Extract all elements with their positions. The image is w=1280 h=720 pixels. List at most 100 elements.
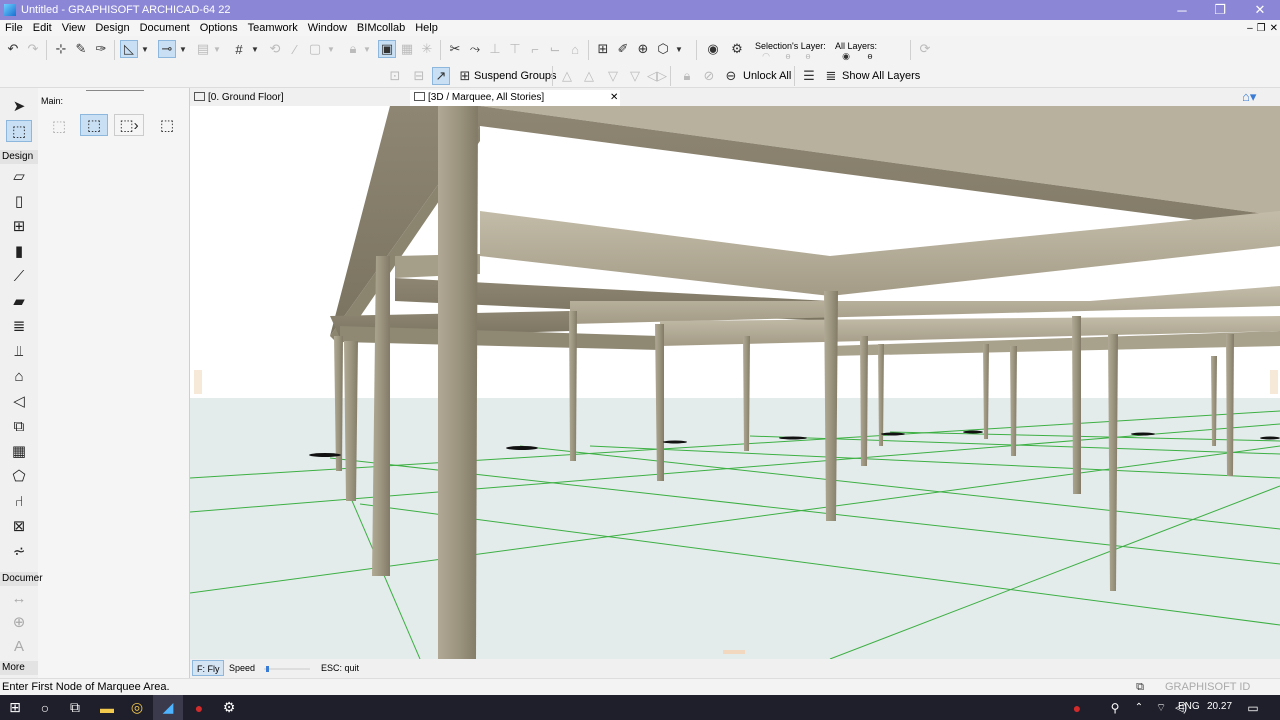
split-icon[interactable]: ✂	[446, 40, 464, 58]
group-select-icon[interactable]: ⊡	[386, 67, 404, 85]
design-section-label[interactable]: Design	[0, 150, 38, 164]
level-dimension-icon[interactable]: ⊕	[8, 612, 30, 632]
window-layout-icon[interactable]: ⧉	[1132, 679, 1148, 695]
speed-slider[interactable]	[264, 666, 310, 672]
suspend-groups-icon[interactable]: ⊞	[456, 67, 474, 85]
more-section-label[interactable]: More	[0, 661, 38, 675]
menu-teamwork[interactable]: Teamwork	[243, 20, 303, 36]
explode-icon[interactable]: ✳	[418, 40, 436, 58]
dimension-tool-icon[interactable]: ↔	[8, 588, 30, 608]
text-tool-icon[interactable]: A	[8, 636, 30, 656]
menu-help[interactable]: Help	[410, 20, 443, 36]
chevron-down-icon[interactable]: ▼	[212, 40, 222, 58]
send-backward-icon[interactable]: ▽	[604, 67, 622, 85]
slab-tool-icon[interactable]: ▰	[8, 291, 30, 311]
syringe-icon[interactable]: ✑	[92, 40, 110, 58]
ungroup-select-icon[interactable]: ⊟	[410, 67, 428, 85]
selection-lock2-icon[interactable]: ɵ	[800, 51, 816, 61]
ungroup-icon[interactable]: ▦	[398, 40, 416, 58]
menu-options[interactable]: Options	[195, 20, 243, 36]
marquee-all-floors-icon[interactable]: ⬚	[80, 114, 108, 136]
archicad-taskbar-icon[interactable]: ◢	[153, 695, 183, 720]
marquee-shape-icon[interactable]: ⬚›	[114, 114, 144, 136]
doc-restore-button[interactable]: ❐	[1257, 23, 1266, 34]
bring-to-front-icon[interactable]: △	[558, 67, 576, 85]
reset-order-icon[interactable]: ◁▷	[647, 67, 667, 85]
menu-bimcollab[interactable]: BIMcollab	[352, 20, 410, 36]
left-scroll-handle[interactable]	[194, 370, 202, 394]
selection-set-icon[interactable]: ⊕	[634, 40, 652, 58]
navigator-icon[interactable]: ⌂▾	[1242, 89, 1256, 105]
tab-close-button[interactable]: ✕	[610, 90, 618, 106]
menu-edit[interactable]: Edit	[28, 20, 57, 36]
chevron-down-icon[interactable]: ▼	[674, 40, 684, 58]
minimize-button[interactable]: ─	[1162, 0, 1202, 20]
graphisoft-id-label[interactable]: GRAPHISOFT ID	[1165, 681, 1250, 693]
lock-element-icon[interactable]: 🔒︎	[678, 67, 696, 85]
shell-tool-icon[interactable]: ◁	[8, 391, 30, 411]
undo-icon[interactable]: ↶	[4, 40, 22, 58]
column-tool-icon[interactable]: ▮	[8, 241, 30, 261]
guide-lines-icon[interactable]: ◺	[120, 40, 138, 58]
menu-view[interactable]: View	[57, 20, 91, 36]
marquee-tool-icon[interactable]: ⬚	[6, 120, 32, 142]
document-section-label[interactable]: Documer	[0, 572, 43, 586]
zone-tool-icon[interactable]: ⊠	[8, 516, 30, 536]
fillet-icon[interactable]: ⌐	[526, 40, 544, 58]
skylight-tool-icon[interactable]: ⧉	[8, 416, 30, 436]
eyedropper-icon[interactable]: ✎	[72, 40, 90, 58]
red-app-icon[interactable]: ●	[184, 695, 214, 720]
roof-tool-icon[interactable]: ⌂	[8, 366, 30, 386]
trace-icon[interactable]: ⊞	[594, 40, 612, 58]
window-tool-icon[interactable]: ⊞	[8, 216, 30, 236]
menu-file[interactable]: File	[0, 20, 28, 36]
curtain-wall-tool-icon[interactable]: ▦	[8, 441, 30, 461]
clock[interactable]: 20.27	[1207, 701, 1232, 712]
restore-button[interactable]: ❐	[1200, 0, 1240, 20]
pen-set-icon[interactable]: ▢	[306, 40, 324, 58]
chevron-down-icon[interactable]: ▼	[362, 40, 372, 58]
all-layers-lock-icon[interactable]: ɵ	[862, 51, 878, 61]
mesh-tool-icon[interactable]: ⩫	[8, 541, 30, 561]
menu-document[interactable]: Document	[135, 20, 195, 36]
intersect-icon[interactable]: ⊥	[486, 40, 504, 58]
morph-tool-icon[interactable]: ⬠	[8, 466, 30, 486]
menu-window[interactable]: Window	[303, 20, 352, 36]
layer-combination-icon[interactable]: ▤	[194, 40, 212, 58]
unlock-element-icon[interactable]: ⊘	[700, 67, 718, 85]
show-all-layers-button[interactable]: Show All Layers	[842, 70, 920, 82]
edit-selection-icon[interactable]: ✐	[614, 40, 632, 58]
tray-app-icon[interactable]: ●	[1062, 695, 1092, 720]
rotate-view-icon[interactable]: ⟲	[266, 40, 284, 58]
layer-settings-icon[interactable]: ⚙	[728, 40, 746, 58]
suspend-groups-button[interactable]: Suspend Groups	[474, 70, 557, 82]
arrow-tool-icon[interactable]: ➤	[8, 96, 30, 116]
beam-tool-icon[interactable]: ⟋	[8, 266, 30, 286]
settings-icon[interactable]: ⚙	[214, 695, 244, 720]
menu-design[interactable]: Design	[90, 20, 134, 36]
chevron-down-icon[interactable]: ▼	[326, 40, 336, 58]
doc-close-button[interactable]: ✕	[1270, 23, 1278, 34]
railing-tool-icon[interactable]: ⫫	[8, 341, 30, 361]
chevron-down-icon[interactable]: ▼	[178, 40, 188, 58]
language-indicator[interactable]: ENG	[1178, 701, 1200, 712]
unlock-all-icon[interactable]: ⊖	[722, 67, 740, 85]
selection-eye-icon[interactable]: ◠	[758, 51, 774, 61]
search-icon[interactable]: ○	[30, 695, 60, 720]
task-view-icon[interactable]: ⧉	[60, 695, 90, 720]
suspend-groups-toggle-icon[interactable]: ↗	[432, 67, 450, 85]
3d-viewport[interactable]	[190, 106, 1280, 659]
send-to-back-icon[interactable]: ▽	[626, 67, 644, 85]
door-tool-icon[interactable]: ▯	[8, 191, 30, 211]
tab-3d-marquee[interactable]: [3D / Marquee, All Stories] ✕	[410, 90, 620, 106]
stair-tool-icon[interactable]: ≣	[8, 316, 30, 336]
roof-icon[interactable]: ⌂	[566, 40, 584, 58]
show-all-layers-icon[interactable]: ≣	[822, 67, 840, 85]
doc-minimize-button[interactable]: –	[1247, 23, 1253, 34]
file-explorer-icon[interactable]: ▬	[92, 695, 122, 720]
solid-operations-icon[interactable]: ⬡	[654, 40, 672, 58]
windows-start-icon[interactable]: ⊞	[0, 695, 30, 720]
object-tool-icon[interactable]: ⑁	[8, 491, 30, 511]
grid-snap-icon[interactable]: #	[230, 40, 248, 58]
redo-icon[interactable]: ↷	[24, 40, 42, 58]
